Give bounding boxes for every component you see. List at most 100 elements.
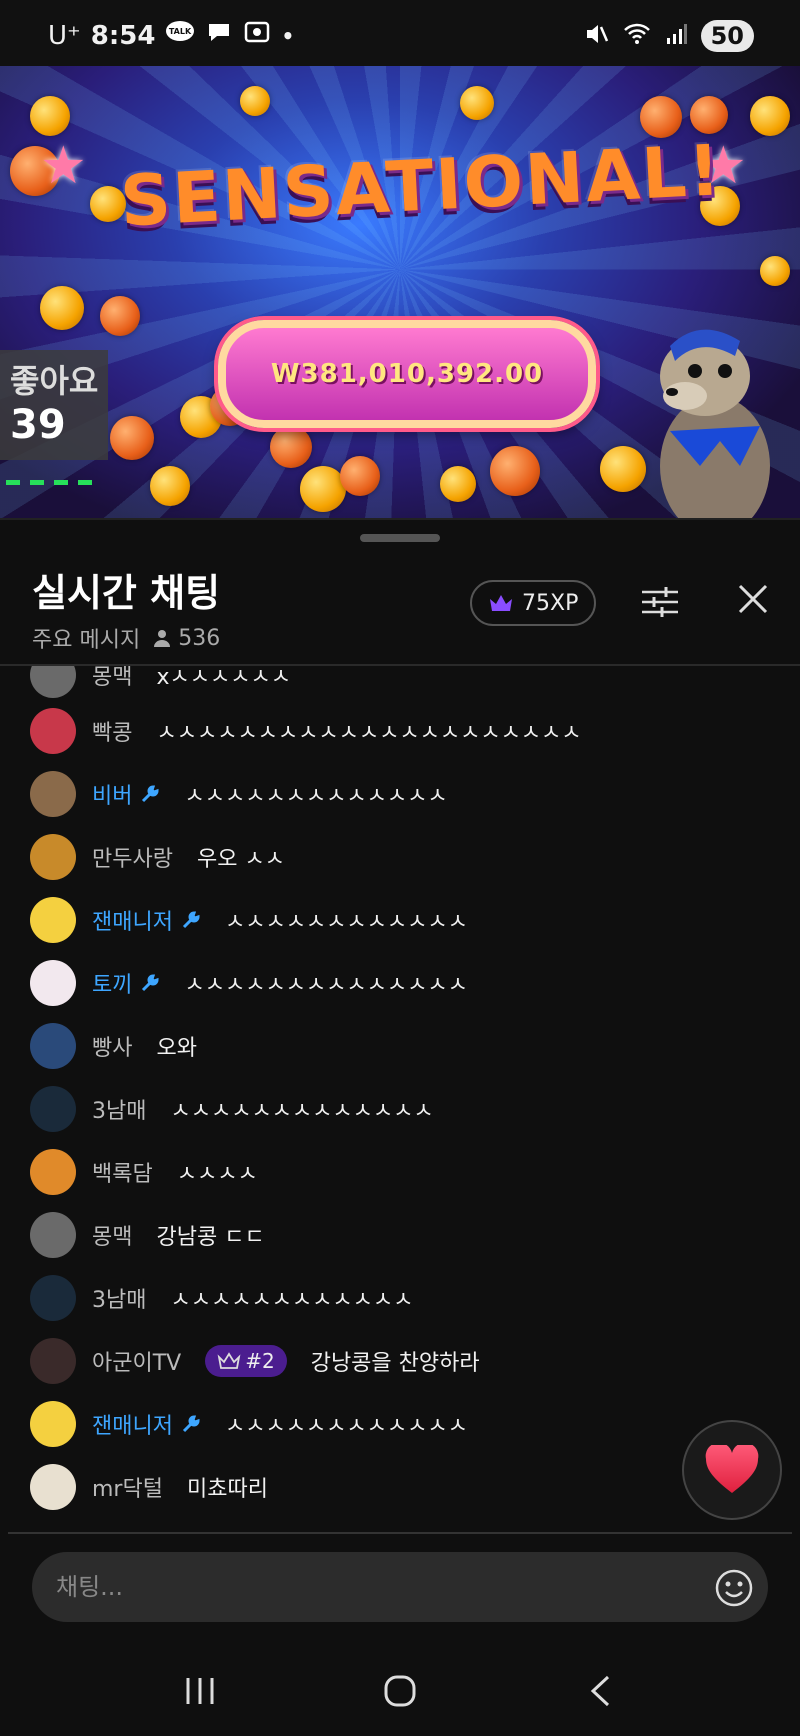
avatar[interactable] bbox=[30, 1275, 76, 1321]
chat-username[interactable]: 빵사 bbox=[92, 1030, 132, 1062]
avatar[interactable] bbox=[30, 1401, 76, 1447]
chat-text: ㅅㅅㅅㅅㅅㅅㅅㅅㅅㅅㅅㅅ bbox=[170, 1288, 414, 1313]
chat-text: xㅅㅅㅅㅅㅅㅅ bbox=[156, 666, 291, 690]
cell-signal-icon bbox=[665, 22, 687, 50]
emoji-icon[interactable] bbox=[714, 1568, 754, 1608]
chat-message[interactable]: 몽맥 강남콩 ㄷㄷ bbox=[30, 1210, 265, 1260]
avatar[interactable] bbox=[30, 897, 76, 943]
chat-username[interactable]: 비버 bbox=[92, 778, 160, 810]
chat-username[interactable]: 빡콩 bbox=[92, 715, 132, 747]
chat-text: ㅅㅅㅅㅅㅅㅅㅅㅅㅅㅅㅅㅅ bbox=[224, 1414, 468, 1439]
avatar[interactable] bbox=[30, 771, 76, 817]
wifi-icon bbox=[623, 22, 651, 50]
moderator-wrench-icon bbox=[142, 785, 159, 803]
chat-mode-dropdown[interactable]: 주요 메시지 bbox=[32, 622, 140, 654]
chat-message[interactable]: 토끼 ㅅㅅㅅㅅㅅㅅㅅㅅㅅㅅㅅㅅㅅㅅ bbox=[30, 958, 468, 1008]
otter-mascot-graphic bbox=[660, 329, 770, 518]
avatar[interactable] bbox=[30, 834, 76, 880]
avatar[interactable] bbox=[30, 960, 76, 1006]
coin-graphic bbox=[30, 96, 70, 136]
chat-title: 실시간 채팅 bbox=[32, 571, 221, 615]
chat-username[interactable]: 잰매니저 bbox=[92, 904, 201, 936]
coin-graphic bbox=[750, 96, 790, 136]
chat-text: 미쵸따리 bbox=[186, 1477, 268, 1502]
crown-icon bbox=[490, 595, 512, 611]
video-player[interactable]: ★ ★ SENSATIONAL! W381,010,392.00 좋아요 39 bbox=[0, 66, 800, 518]
carrier-label: U⁺ bbox=[48, 20, 81, 51]
status-bar: U⁺ 8:54 TALK • 50 bbox=[0, 0, 800, 66]
chat-message[interactable]: 잰매니저 ㅅㅅㅅㅅㅅㅅㅅㅅㅅㅅㅅㅅ bbox=[30, 1399, 468, 1449]
recent-apps-button[interactable] bbox=[170, 1661, 230, 1721]
member-rank-badge: #2 bbox=[205, 1345, 287, 1377]
chat-username[interactable]: 몽맥 bbox=[92, 1219, 132, 1251]
mute-icon bbox=[583, 21, 609, 51]
chat-input[interactable] bbox=[54, 1572, 658, 1602]
system-nav-bar bbox=[0, 1648, 800, 1734]
chat-message[interactable]: 몽맥 xㅅㅅㅅㅅㅅㅅ bbox=[30, 666, 291, 700]
chat-message[interactable]: 아군이TV #2 강낭콩을 찬양하라 bbox=[30, 1336, 480, 1386]
person-icon bbox=[154, 630, 171, 647]
chat-username[interactable]: mr닥털 bbox=[92, 1471, 163, 1503]
heart-icon bbox=[705, 1445, 759, 1493]
chat-text: 강남콩 ㄷㄷ bbox=[156, 1225, 265, 1250]
chat-input-bar[interactable] bbox=[32, 1552, 768, 1622]
avatar[interactable] bbox=[30, 1086, 76, 1132]
avatar[interactable] bbox=[30, 708, 76, 754]
chat-text: ㅅㅅㅅㅅㅅㅅㅅㅅㅅㅅㅅㅅ bbox=[224, 910, 468, 935]
coin-graphic bbox=[150, 466, 190, 506]
avatar[interactable] bbox=[30, 1338, 76, 1384]
chat-username[interactable]: 백록담 bbox=[92, 1156, 153, 1188]
chat-username[interactable]: 아군이TV bbox=[92, 1345, 181, 1377]
chat-username[interactable]: 만두사랑 bbox=[92, 841, 173, 873]
viewer-count-value: 536 bbox=[178, 625, 221, 651]
likes-count: 39 bbox=[10, 402, 66, 448]
chat-username[interactable]: 잰매니저 bbox=[92, 1408, 201, 1440]
chat-text: ㅅㅅㅅㅅ bbox=[176, 1162, 258, 1187]
chat-message[interactable]: 3남매 ㅅㅅㅅㅅㅅㅅㅅㅅㅅㅅㅅㅅ bbox=[30, 1273, 413, 1323]
chat-text: 우오 ㅅㅅ bbox=[196, 847, 285, 872]
home-button[interactable] bbox=[370, 1661, 430, 1721]
recent-apps-icon bbox=[186, 1678, 214, 1704]
coin-graphic bbox=[440, 466, 476, 502]
more-notifications-dot: • bbox=[281, 23, 295, 48]
chat-message[interactable]: mr닥털 미쵸따리 bbox=[30, 1462, 268, 1512]
avatar[interactable] bbox=[30, 1149, 76, 1195]
moderator-wrench-icon bbox=[142, 974, 159, 992]
chat-message[interactable]: 3남매 ㅅㅅㅅㅅㅅㅅㅅㅅㅅㅅㅅㅅㅅ bbox=[30, 1084, 434, 1134]
close-icon[interactable] bbox=[736, 582, 770, 616]
coin-graphic bbox=[760, 256, 790, 286]
win-amount-panel: W381,010,392.00 bbox=[218, 320, 596, 428]
viewer-count: 536 bbox=[152, 626, 220, 651]
xp-button[interactable]: 75XP bbox=[470, 580, 597, 626]
coin-graphic bbox=[690, 96, 728, 134]
chat-username[interactable]: 3남매 bbox=[92, 1093, 146, 1125]
star-graphic: ★ bbox=[40, 136, 87, 196]
chat-message[interactable]: 만두사랑 우오 ㅅㅅ bbox=[30, 832, 285, 882]
chat-username[interactable]: 몽맥 bbox=[92, 666, 132, 691]
xp-value: 75XP bbox=[522, 590, 579, 616]
avatar[interactable] bbox=[30, 1212, 76, 1258]
chat-message[interactable]: 비버 ㅅㅅㅅㅅㅅㅅㅅㅅㅅㅅㅅㅅㅅ bbox=[30, 769, 448, 819]
chat-message[interactable]: 빵사 오와 bbox=[30, 1021, 197, 1071]
kakaotalk-icon: TALK bbox=[165, 20, 195, 51]
coin-graphic bbox=[300, 466, 346, 512]
avatar[interactable] bbox=[30, 1023, 76, 1069]
win-amount: W381,010,392.00 bbox=[270, 359, 544, 389]
chat-message[interactable]: 빡콩 ㅅㅅㅅㅅㅅㅅㅅㅅㅅㅅㅅㅅㅅㅅㅅㅅㅅㅅㅅㅅㅅ bbox=[30, 706, 582, 756]
avatar[interactable] bbox=[30, 1464, 76, 1510]
coin-graphic bbox=[240, 86, 270, 116]
chat-subheader: 주요 메시지 536 bbox=[32, 622, 220, 654]
coin-graphic bbox=[110, 416, 154, 460]
chat-message-list[interactable]: 몽맥 xㅅㅅㅅㅅㅅㅅ 빡콩 ㅅㅅㅅㅅㅅㅅㅅㅅㅅㅅㅅㅅㅅㅅㅅㅅㅅㅅㅅㅅㅅ 비버 ㅅ… bbox=[0, 666, 800, 1536]
coin-graphic bbox=[40, 286, 84, 330]
avatar[interactable] bbox=[30, 666, 76, 698]
chat-message[interactable]: 잰매니저 ㅅㅅㅅㅅㅅㅅㅅㅅㅅㅅㅅㅅ bbox=[30, 895, 468, 945]
chat-username[interactable]: 3남매 bbox=[92, 1282, 146, 1314]
drag-handle[interactable] bbox=[360, 534, 440, 542]
back-button[interactable] bbox=[570, 1661, 630, 1721]
chat-message[interactable]: 백록담 ㅅㅅㅅㅅ bbox=[30, 1147, 258, 1197]
filter-settings-icon[interactable] bbox=[640, 582, 680, 622]
like-heart-button[interactable] bbox=[682, 1420, 782, 1520]
chat-username[interactable]: 토끼 bbox=[92, 967, 160, 999]
chat-text: ㅅㅅㅅㅅㅅㅅㅅㅅㅅㅅㅅㅅㅅ bbox=[170, 1099, 434, 1124]
